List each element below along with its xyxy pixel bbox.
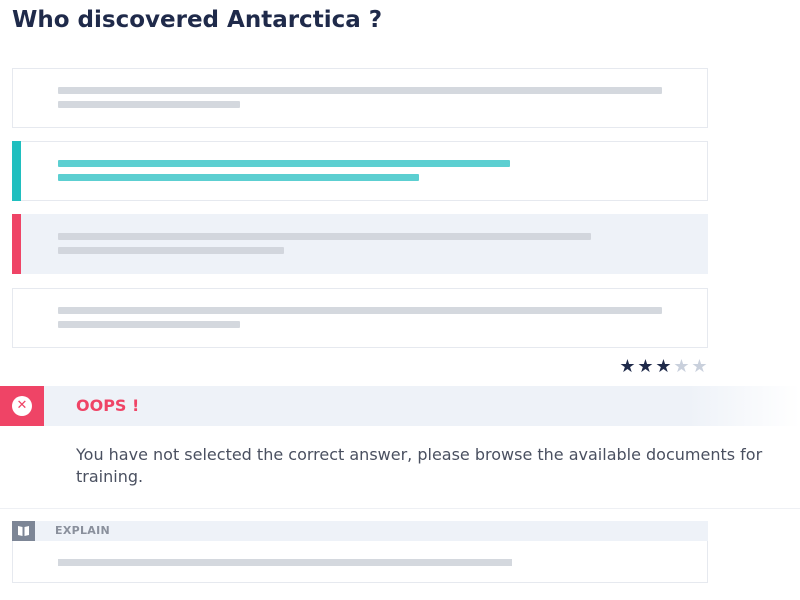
explain-label: EXPLAIN xyxy=(55,524,110,537)
star-filled-icon: ★ xyxy=(655,356,671,377)
explain-panel: EXPLAIN xyxy=(12,521,708,583)
quiz-page: Who discovered Antarctica ? ★ ★ ★ ★ ★ ✕ OOPS… xyxy=(0,0,800,600)
feedback-message: You have not selected the correct answer… xyxy=(76,445,763,486)
answer-option-3-selected-wrong[interactable] xyxy=(12,214,708,274)
explain-header: EXPLAIN xyxy=(12,521,708,541)
option-text-placeholder-line xyxy=(58,160,510,167)
explain-icon-box xyxy=(12,521,35,541)
answer-option-2-correct[interactable] xyxy=(12,141,708,201)
section-divider xyxy=(0,508,800,509)
answer-option-1[interactable] xyxy=(12,68,708,128)
difficulty-rating: ★ ★ ★ ★ ★ xyxy=(618,356,708,378)
book-icon xyxy=(18,526,29,536)
explain-text-placeholder-line xyxy=(58,559,512,566)
answer-option-4[interactable] xyxy=(12,288,708,348)
close-circle-icon: ✕ xyxy=(12,396,32,416)
star-empty-icon: ★ xyxy=(691,356,707,377)
option-text-placeholder-line xyxy=(58,247,284,254)
correct-answer-marker xyxy=(12,141,21,201)
option-text-placeholder-line xyxy=(58,87,662,94)
feedback-title: OOPS ! xyxy=(76,396,140,415)
option-text-placeholder-line xyxy=(58,233,591,240)
option-text-placeholder-line xyxy=(58,174,419,181)
wrong-answer-marker xyxy=(12,214,21,274)
feedback-banner: ✕ OOPS ! xyxy=(0,386,800,426)
star-empty-icon: ★ xyxy=(673,356,689,377)
question-title: Who discovered Antarctica ? xyxy=(12,7,383,33)
star-filled-icon: ★ xyxy=(619,356,635,377)
option-text-placeholder-line xyxy=(58,307,662,314)
star-filled-icon: ★ xyxy=(637,356,653,377)
option-text-placeholder-line xyxy=(58,321,240,328)
feedback-icon-box: ✕ xyxy=(0,386,44,426)
option-text-placeholder-line xyxy=(58,101,240,108)
